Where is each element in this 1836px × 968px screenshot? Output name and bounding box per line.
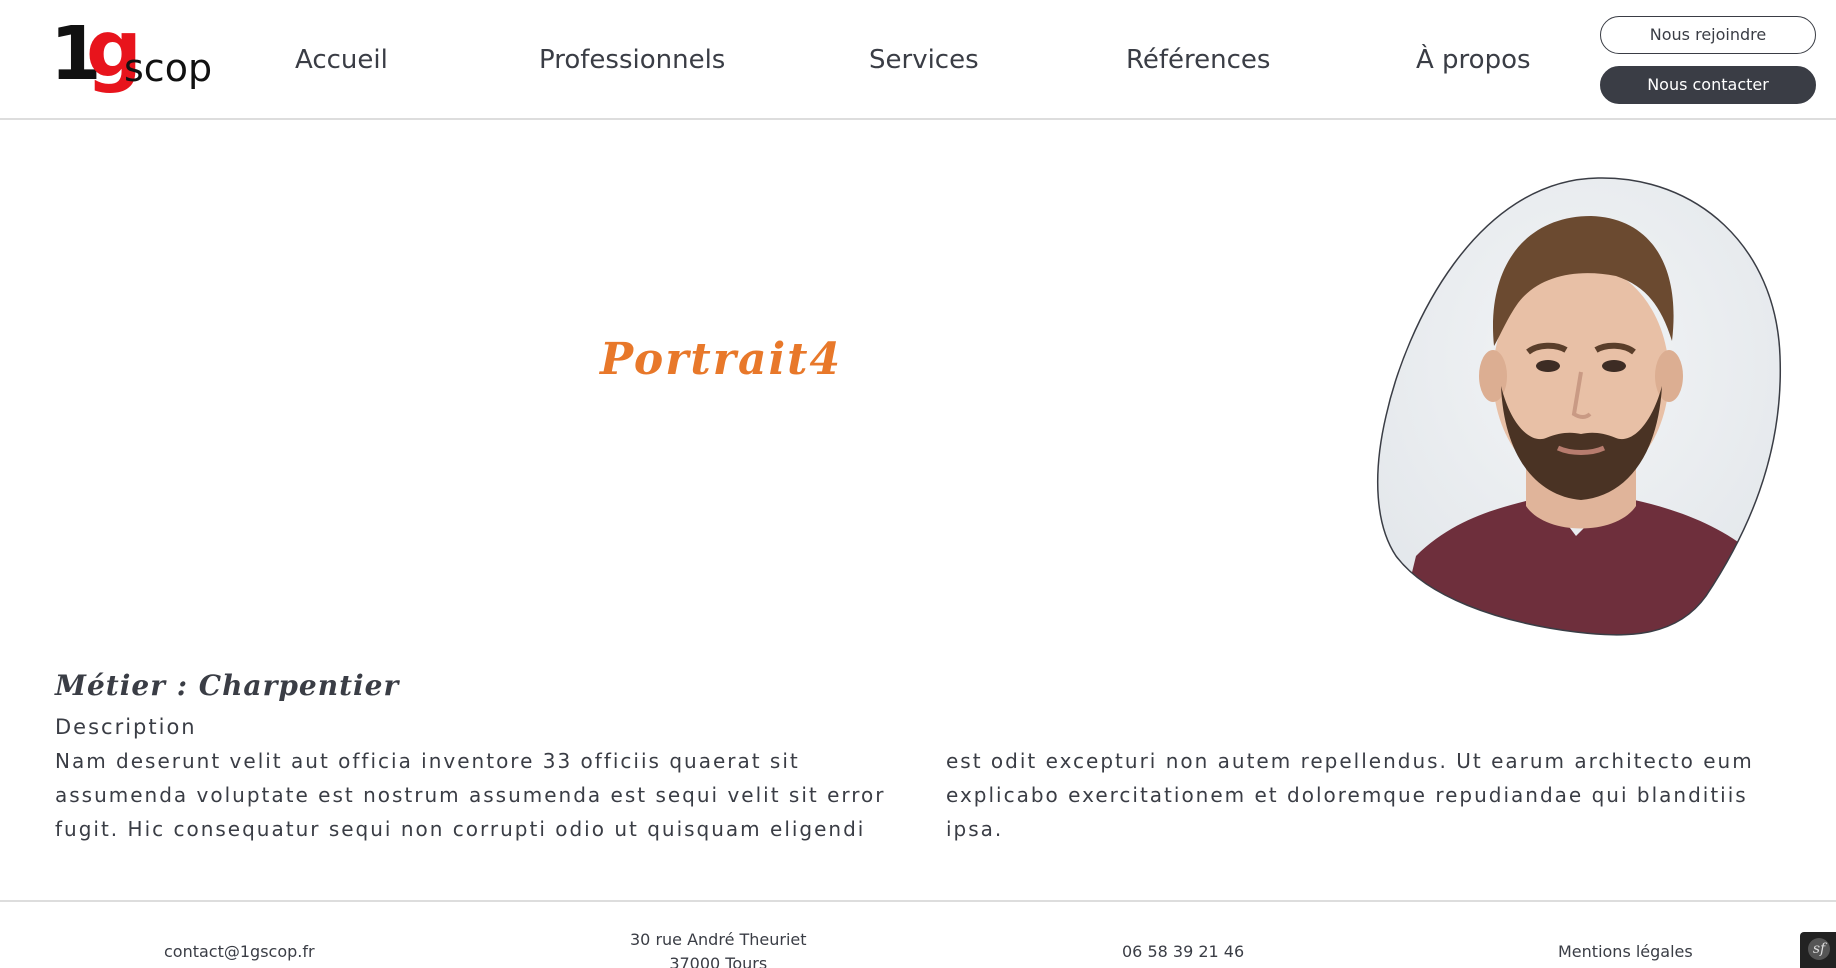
join-button[interactable]: Nous rejoindre (1600, 16, 1816, 54)
portrait-photo (1376, 177, 1782, 636)
site-logo[interactable]: 1 g scop (50, 10, 213, 94)
symfony-icon: sf (1808, 938, 1830, 960)
footer-address-street: 30 rue André Theuriet (630, 930, 807, 949)
description-text: Nam deserunt velit aut officia inventore… (55, 749, 1754, 841)
nav-references[interactable]: Références (1126, 40, 1270, 80)
footer-address: 30 rue André Theuriet 37000 Tours (630, 928, 807, 968)
footer-address-city: 37000 Tours (669, 954, 768, 968)
contact-button[interactable]: Nous contacter (1600, 66, 1816, 104)
footer-phone-link[interactable]: 06 58 39 21 46 (1122, 940, 1244, 964)
nav-a-propos[interactable]: À propos (1416, 40, 1531, 80)
symfony-debug-badge[interactable]: sf (1800, 932, 1836, 968)
nav-accueil[interactable]: Accueil (295, 40, 388, 80)
page-title: Portrait4 (600, 334, 843, 385)
nav-professionnels[interactable]: Professionnels (539, 40, 725, 80)
nav-services[interactable]: Services (869, 40, 979, 80)
footer-email-link[interactable]: contact@1gscop.fr (164, 940, 315, 964)
description-label: Description (55, 715, 197, 739)
job-title: Métier : Charpentier (55, 669, 400, 702)
site-footer: contact@1gscop.fr 30 rue André Theuriet … (0, 900, 1836, 968)
footer-legal-link[interactable]: Mentions légales (1558, 940, 1693, 964)
logo-wordmark: scop (124, 46, 213, 90)
site-header: 1 g scop Accueil Professionnels Services… (0, 0, 1836, 120)
